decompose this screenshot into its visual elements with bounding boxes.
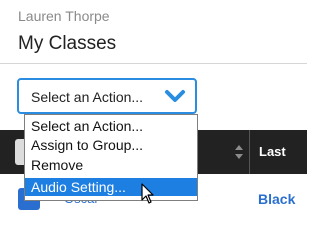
dropdown-option-audio-setting[interactable]: Audio Setting... bbox=[25, 178, 197, 196]
dropdown-option-remove[interactable]: Remove bbox=[25, 156, 197, 174]
header-divider bbox=[0, 63, 307, 64]
column-header-last-name[interactable]: Last bbox=[259, 144, 286, 159]
chevron-down-icon bbox=[165, 90, 185, 102]
column-divider bbox=[249, 130, 250, 174]
action-select[interactable]: Select an Action... bbox=[17, 78, 197, 114]
dropdown-option-assign-to-group[interactable]: Assign to Group... bbox=[25, 136, 197, 154]
sort-icon[interactable] bbox=[235, 144, 243, 160]
action-select-label: Select an Action... bbox=[31, 89, 144, 105]
action-dropdown-list: Select an Action... Assign to Group... R… bbox=[24, 114, 198, 201]
mouse-pointer-icon bbox=[141, 183, 154, 204]
row-last-name[interactable]: Black bbox=[258, 191, 295, 207]
user-name: Lauren Thorpe bbox=[18, 8, 110, 24]
dropdown-option-select-action[interactable]: Select an Action... bbox=[25, 117, 197, 135]
page-title: My Classes bbox=[18, 33, 117, 54]
